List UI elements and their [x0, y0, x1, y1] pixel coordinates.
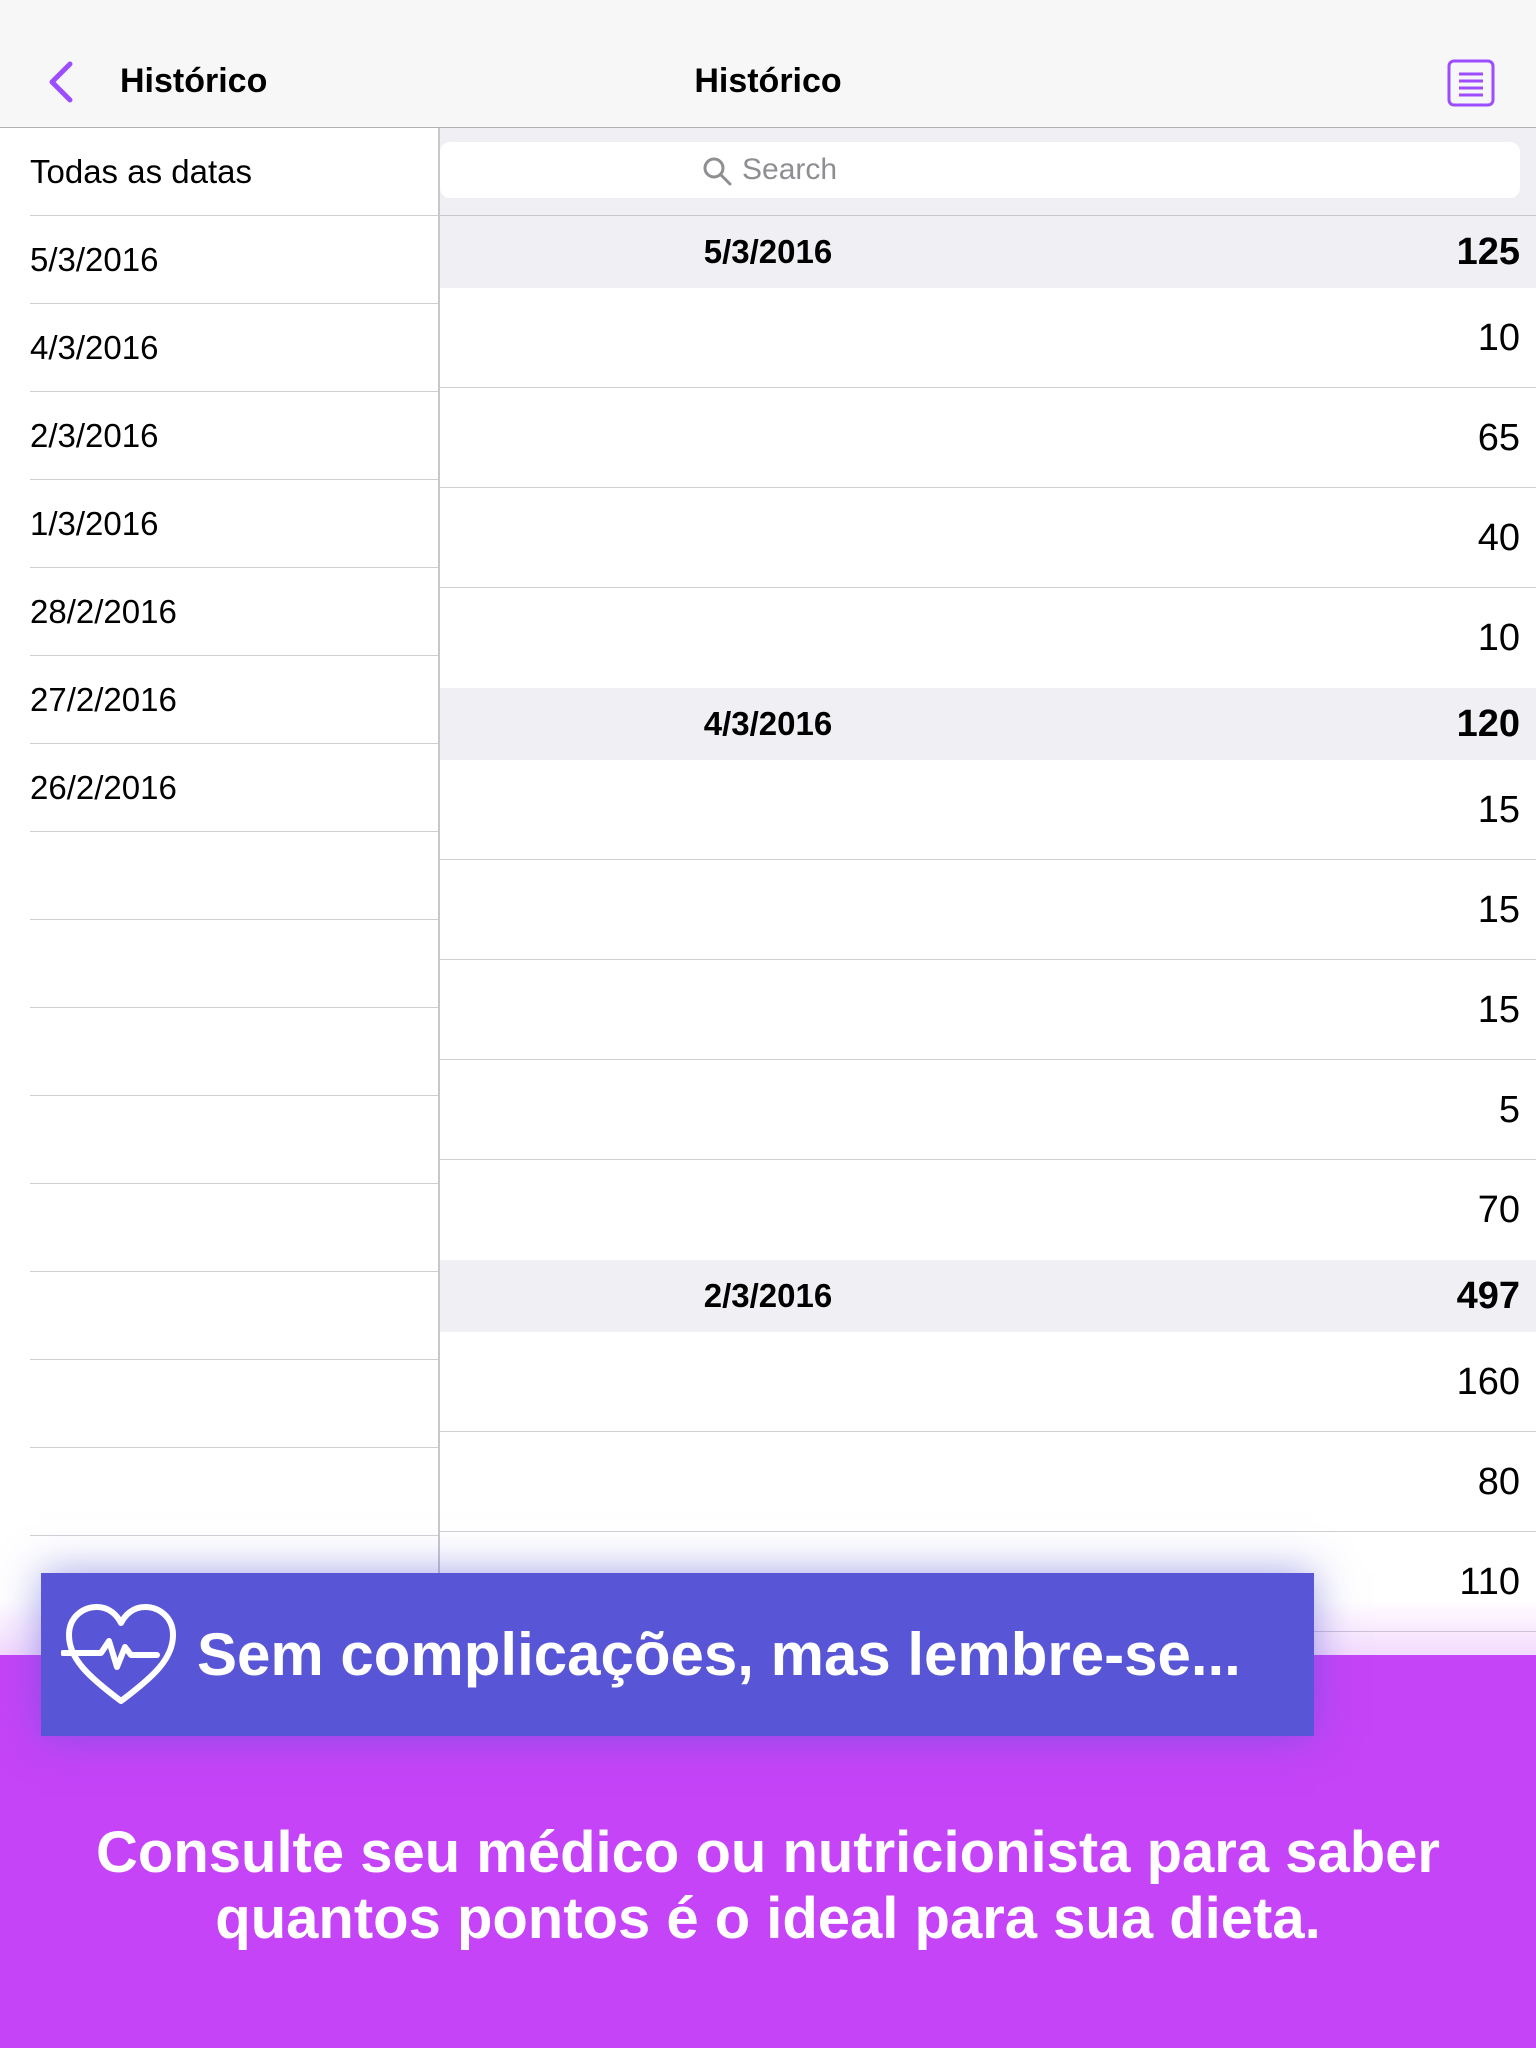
entry-points: 15: [1477, 889, 1520, 931]
search-placeholder[interactable]: Search: [742, 152, 837, 188]
table-row[interactable]: 15: [440, 960, 1536, 1060]
section-header: 4/3/2016 120: [440, 688, 1536, 760]
entry-points: 15: [1477, 989, 1520, 1031]
detail-navigation-bar: Histórico: [440, 0, 1536, 128]
date-list: Todas as datas 5/3/2016 4/3/2016 2/3/2016 1/…: [0, 128, 438, 1536]
list-item[interactable]: [30, 1360, 438, 1448]
entry-points: 10: [1477, 317, 1520, 359]
list-item[interactable]: 27/2/2016: [30, 656, 438, 744]
section-total: 120: [1456, 703, 1520, 745]
table-row[interactable]: 15: [440, 760, 1536, 860]
heart-pulse-icon: [61, 1604, 176, 1704]
history-table: 5/3/2016 125 10 65 40 10 4/3/2016 120 15 15 15 5 70 2…: [440, 216, 1536, 1632]
list-icon: [1447, 59, 1495, 107]
section-date: 5/3/2016: [703, 233, 833, 270]
list-item[interactable]: [30, 1096, 438, 1184]
promo-message: Consulte seu médico ou nutricionista par…: [30, 1820, 1506, 1952]
table-row[interactable]: 160: [440, 1332, 1536, 1432]
search-field[interactable]: Search: [440, 142, 1520, 198]
entry-points: 65: [1477, 417, 1520, 459]
promo-line-1: Consulte seu médico ou nutricionista par…: [96, 1820, 1440, 1885]
list-item[interactable]: 26/2/2016: [30, 744, 438, 832]
entry-points: 80: [1477, 1461, 1520, 1503]
list-item[interactable]: 4/3/2016: [30, 304, 438, 392]
list-item[interactable]: [30, 832, 438, 920]
table-row[interactable]: 80: [440, 1432, 1536, 1532]
chevron-left-icon: [49, 61, 73, 103]
entry-points: 15: [1477, 789, 1520, 831]
list-item[interactable]: [30, 1008, 438, 1096]
detail-title: Histórico: [694, 62, 842, 100]
list-item[interactable]: [30, 1272, 438, 1360]
entry-points: 5: [1498, 1089, 1520, 1131]
entry-points: 70: [1477, 1189, 1520, 1231]
table-row[interactable]: 70: [440, 1160, 1536, 1260]
section-date: 4/3/2016: [703, 705, 833, 742]
search-icon: [703, 157, 732, 186]
promo-banner: Sem complicações, mas lembre-se...: [41, 1573, 1314, 1736]
list-item[interactable]: 1/3/2016: [30, 480, 438, 568]
entry-points: 160: [1456, 1361, 1520, 1403]
table-row[interactable]: 5: [440, 1060, 1536, 1160]
back-button[interactable]: [44, 56, 80, 108]
search-bar: Search: [440, 128, 1536, 216]
list-item[interactable]: 5/3/2016: [30, 216, 438, 304]
section-date: 2/3/2016: [703, 1277, 833, 1314]
table-row[interactable]: 40: [440, 488, 1536, 588]
section-header: 5/3/2016 125: [440, 216, 1536, 288]
list-item[interactable]: 2/3/2016: [30, 392, 438, 480]
section-total: 125: [1456, 231, 1520, 273]
list-item-all-dates[interactable]: Todas as datas: [30, 128, 438, 216]
master-title: Histórico: [120, 62, 268, 100]
section-total: 497: [1456, 1275, 1520, 1317]
table-row[interactable]: 15: [440, 860, 1536, 960]
list-item[interactable]: 28/2/2016: [30, 568, 438, 656]
list-item[interactable]: [30, 1184, 438, 1272]
table-row[interactable]: 10: [440, 288, 1536, 388]
list-item[interactable]: [30, 1448, 438, 1536]
master-navigation-bar: Histórico: [0, 0, 440, 128]
banner-text: Sem complicações, mas lembre-se...: [197, 1621, 1241, 1688]
entry-points: 110: [1459, 1561, 1520, 1603]
section-header: 2/3/2016 497: [440, 1260, 1536, 1332]
entry-points: 10: [1477, 617, 1520, 659]
table-row[interactable]: 10: [440, 588, 1536, 688]
menu-button[interactable]: [1446, 58, 1496, 108]
table-row[interactable]: 65: [440, 388, 1536, 488]
promo-line-2: quantos pontos é o ideal para sua dieta.: [215, 1886, 1321, 1951]
entry-points: 40: [1477, 517, 1520, 559]
list-item[interactable]: [30, 920, 438, 1008]
